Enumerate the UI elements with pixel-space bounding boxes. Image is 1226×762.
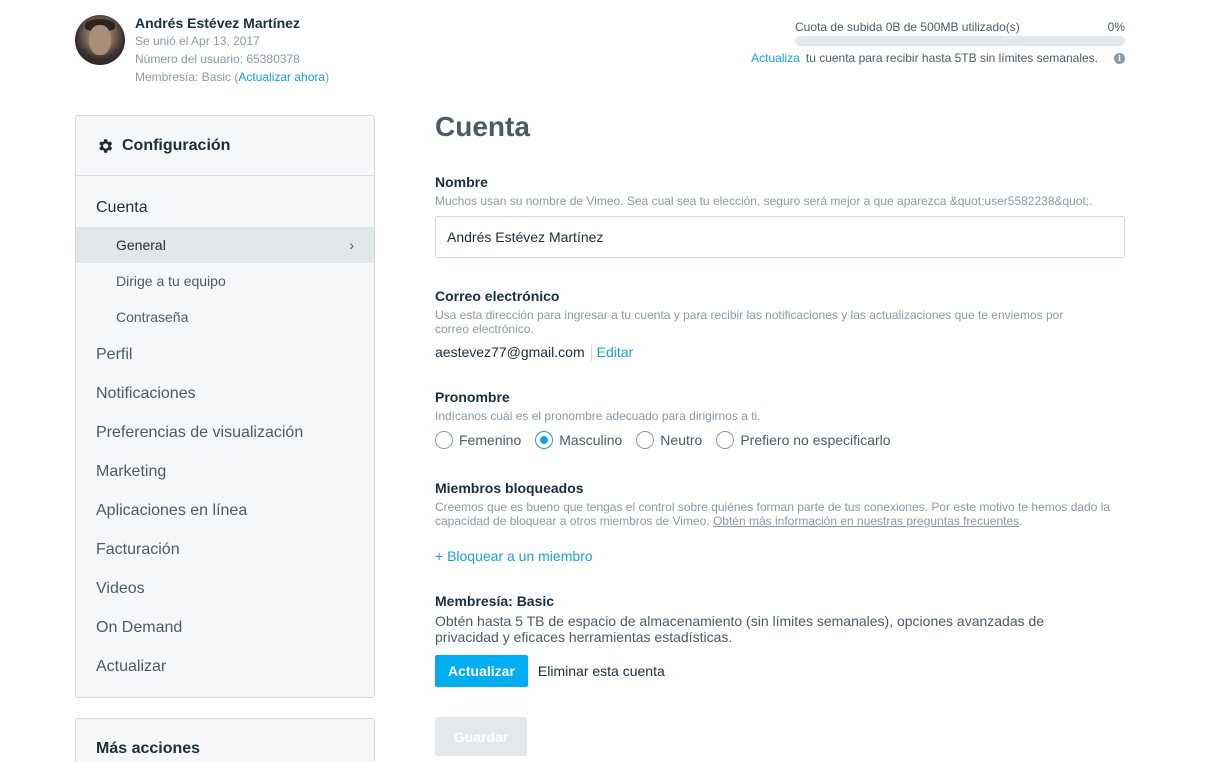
membership-section: Membresía: Basic Obtén hasta 5 TB de esp… (435, 593, 1125, 687)
pronoun-option[interactable]: Masculino (535, 431, 622, 449)
save-section: Guardar (435, 717, 1125, 756)
sidebar-item-notificaciones[interactable]: Notificaciones (76, 374, 374, 413)
email-help-line-2: correo electrónico. (435, 322, 534, 336)
membership-line: Membresía: Basic (Actualizar ahora) (135, 68, 329, 86)
upgrade-now-link[interactable]: Actualizar ahora (238, 70, 325, 84)
email-section: Correo electrónico Usa esta dirección pa… (435, 288, 1125, 362)
join-date: Se unió el Apr 13, 2017 (135, 34, 260, 48)
pronoun-options: Femenino Masculino Neutro Prefiero no espec… (435, 431, 1125, 449)
membership-text-line-1: Obtén hasta 5 TB de espacio de almacenam… (435, 613, 1045, 629)
pronoun-option[interactable]: Neutro (636, 431, 702, 449)
page-title: Cuenta (435, 111, 530, 142)
save-button[interactable]: Guardar (435, 717, 527, 756)
upload-quota: Cuota de subida 0B de 500MB utilizado(s)… (795, 20, 1125, 46)
blocked-label: Miembros bloqueados (435, 480, 584, 496)
sidebar-item-label: Videos (96, 580, 145, 597)
sidebar-nav: Cuenta General › Dirige a tu equipo Contrase… (76, 176, 374, 686)
sidebar-item-facturacion[interactable]: Facturación (76, 530, 374, 569)
gear-icon (99, 138, 113, 153)
sidebar-item-preferencias-de-visualizacion[interactable]: Preferencias de visualización (76, 413, 374, 452)
name-input[interactable] (435, 216, 1125, 258)
upgrade-text: tu cuenta para recibir hasta 5TB sin lím… (805, 51, 1098, 65)
avatar[interactable] (75, 15, 125, 65)
radio-label: Femenino (459, 432, 522, 448)
email-help-line-1: Usa esta dirección para ingresar a tu cu… (435, 308, 1064, 322)
sidebar-item-actualizar[interactable]: Actualizar (76, 647, 374, 686)
radio-label: Prefiero no especificarlo (740, 432, 891, 448)
edit-email-link[interactable]: Editar (597, 344, 634, 360)
sidebar-item-perfil[interactable]: Perfil (76, 335, 374, 374)
name-help: Muchos usan su nombre de Vimeo. Sea cual… (435, 194, 1093, 208)
more-actions-card: Más acciones (75, 718, 375, 762)
info-icon[interactable]: i (1114, 52, 1125, 64)
blocked-help-text: capacidad de bloquear a otros miembros d… (435, 514, 710, 528)
pronoun-label: Pronombre (435, 389, 510, 405)
separator (590, 345, 592, 362)
blocked-help-suffix: . (1019, 514, 1023, 528)
pronoun-help: Indícanos cuál es el pronombre adecuado … (435, 409, 761, 423)
sidebar-item-label: Contraseña (116, 309, 189, 325)
sidebar-item-videos[interactable]: Videos (76, 569, 374, 608)
sidebar-item-label: Aplicaciones en línea (96, 502, 248, 519)
membership-label: Membresía: Basic (435, 593, 555, 609)
radio-label: Neutro (660, 432, 703, 448)
sidebar-title: Configuración (122, 136, 231, 154)
avatar-face (89, 25, 111, 55)
pronoun-option[interactable]: Femenino (435, 431, 521, 449)
sidebar-item-label: Cuenta (96, 199, 148, 216)
radio-button[interactable] (535, 431, 554, 449)
sidebar-item-label: General (116, 237, 166, 253)
blocked-section: Miembros bloqueados Creemos que es bueno… (435, 480, 1125, 564)
membership-suffix: ) (325, 70, 330, 84)
sidebar-item-label: Preferencias de visualización (96, 424, 304, 441)
delete-account-link[interactable]: Eliminar esta cuenta (538, 663, 665, 679)
name-label: Nombre (435, 174, 488, 190)
email-label: Correo electrónico (435, 288, 560, 304)
name-section: Nombre Muchos usan su nombre de Vimeo. S… (435, 174, 1125, 258)
sidebar-item-cuenta[interactable]: Cuenta (76, 188, 374, 227)
membership-actions: Actualizar Eliminar esta cuenta (435, 655, 1125, 687)
faq-link[interactable]: Obtén más información en nuestras pregun… (713, 514, 1019, 528)
upgrade-note: Actualiza tu cuenta para recibir hasta 5… (751, 51, 1125, 65)
email-row: aestevez77@gmail.com Editar (435, 344, 1125, 362)
sidebar-item-label: Notificaciones (96, 385, 196, 402)
radio-button[interactable] (716, 431, 735, 449)
chevron-right-icon: › (349, 237, 354, 253)
settings-sidebar: Configuración Cuenta General › Dirige a tu … (75, 115, 375, 698)
membership-prefix: Membresía: Basic ( (135, 70, 239, 84)
upgrade-link[interactable]: Actualiza (751, 51, 800, 65)
sidebar-item-label: Facturación (96, 541, 180, 558)
radio-button[interactable] (435, 431, 453, 449)
sidebar-item-aplicaciones-en-linea[interactable]: Aplicaciones en línea (76, 491, 374, 530)
radio-label: Masculino (559, 432, 623, 448)
sidebar-item-label: Actualizar (96, 658, 167, 675)
sidebar-item-label: Dirige a tu equipo (116, 273, 226, 289)
upgrade-button[interactable]: Actualizar (435, 655, 528, 687)
sidebar-item-general[interactable]: General › (76, 227, 374, 263)
sidebar-item-label: Marketing (96, 463, 167, 480)
radio-button[interactable] (636, 431, 655, 449)
sidebar-item-on-demand[interactable]: On Demand (76, 608, 374, 647)
block-member-link[interactable]: + Bloquear a un miembro (435, 548, 593, 564)
sidebar-item-contrasena[interactable]: Contraseña (76, 299, 374, 335)
quota-progress-bar (795, 36, 1125, 46)
blocked-help-line-1: Creemos que es bueno que tengas el contr… (435, 500, 1111, 514)
email-value: aestevez77@gmail.com (435, 344, 585, 360)
pronoun-option[interactable]: Prefiero no especificarlo (716, 431, 891, 449)
quota-percent: 0% (1107, 20, 1125, 34)
user-info: Andrés Estévez Martínez Se unió el Apr 1… (135, 15, 329, 86)
user-name: Andrés Estévez Martínez (135, 15, 300, 31)
quota-label: Cuota de subida 0B de 500MB utilizado(s) (795, 20, 1020, 34)
more-actions-title: Más acciones (96, 740, 201, 757)
sidebar-header: Configuración (76, 116, 374, 176)
sidebar-item-dirige-a-tu-equipo[interactable]: Dirige a tu equipo (76, 263, 374, 299)
sidebar-item-label: On Demand (96, 619, 183, 636)
membership-text-line-2: privacidad y eficaces herramientas estad… (435, 629, 733, 645)
pronoun-section: Pronombre Indícanos cuál es el pronombre… (435, 389, 1125, 449)
blocked-help-line-2: capacidad de bloquear a otros miembros d… (435, 514, 1125, 528)
sidebar-item-label: Perfil (96, 346, 133, 363)
sidebar-item-marketing[interactable]: Marketing (76, 452, 374, 491)
user-number: Número del usuario: 65380378 (135, 52, 300, 66)
